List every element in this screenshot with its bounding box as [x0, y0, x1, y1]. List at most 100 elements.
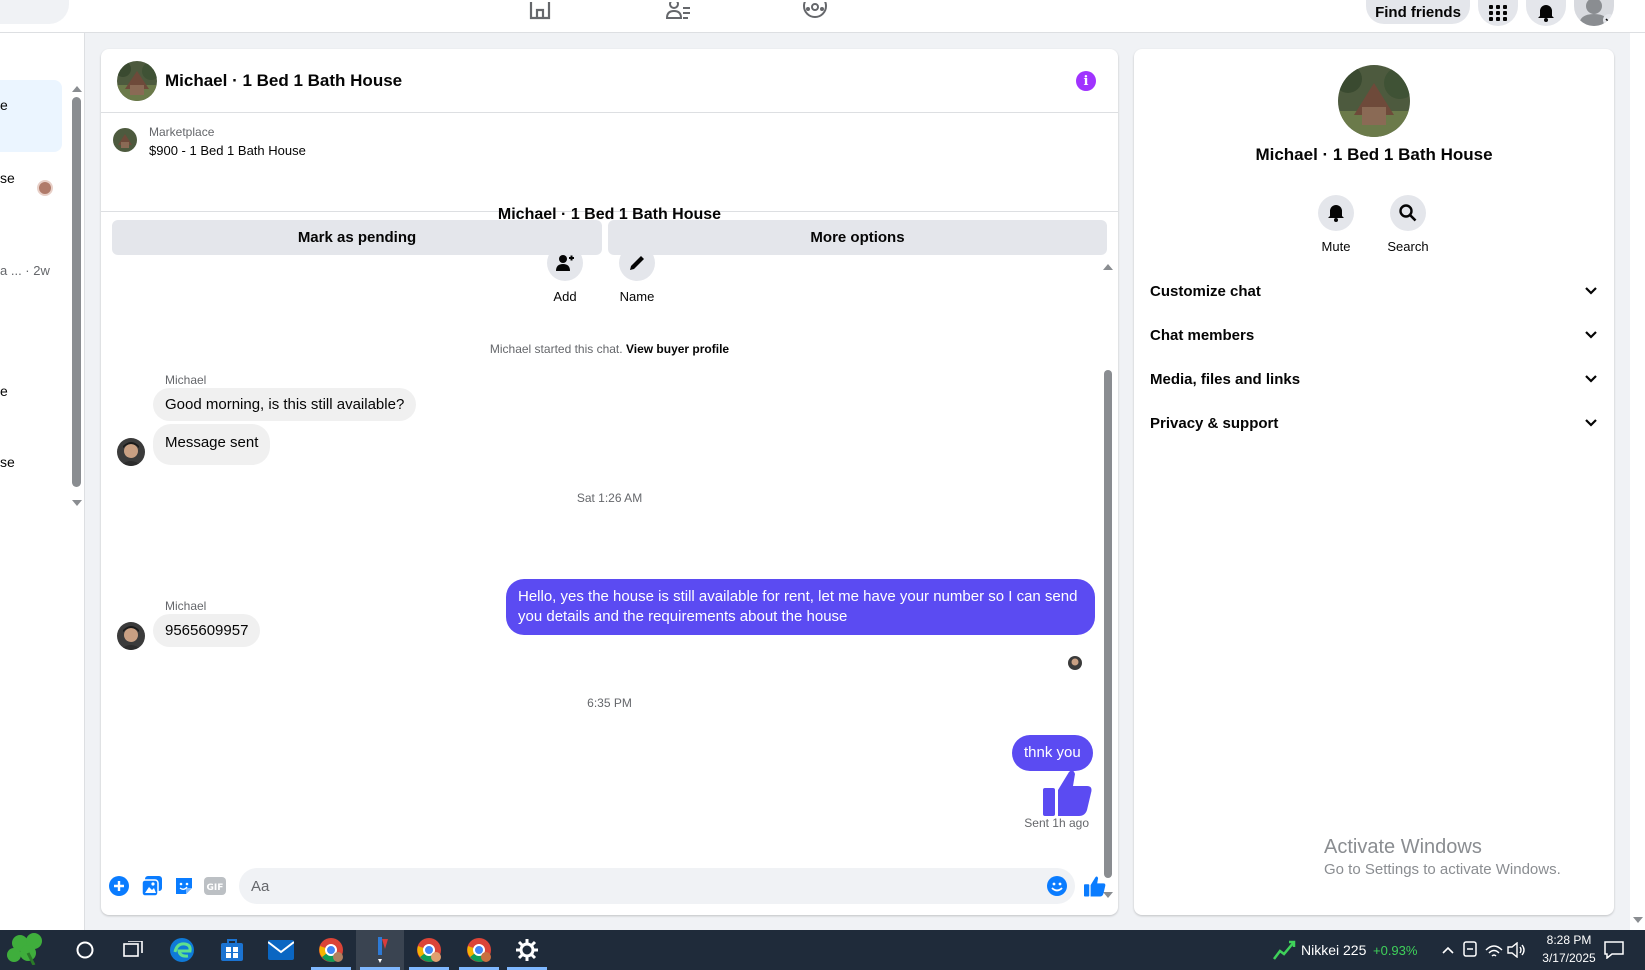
scroll-down-arrow[interactable] [72, 500, 82, 506]
more-actions-icon[interactable] [108, 875, 130, 897]
sticker-icon[interactable] [173, 875, 195, 897]
scrollbar-thumb[interactable] [72, 97, 81, 487]
photo-icon[interactable] [141, 875, 163, 897]
incoming-message[interactable]: Good morning, is this still available? [153, 388, 417, 421]
emoji-icon[interactable] [1046, 875, 1068, 897]
activate-windows-watermark: Activate Windows Go to Settings to activ… [1324, 836, 1561, 878]
conversation-item-fragment[interactable]: e [0, 97, 8, 113]
ticker-name[interactable]: Nikkei 225 [1301, 942, 1366, 958]
outgoing-message[interactable]: Hello, yes the house is still available … [506, 579, 1095, 635]
conversation-item-active[interactable] [0, 80, 62, 152]
chat-panel: Michael · 1 Bed 1 Bath House i Marketpla… [101, 49, 1118, 915]
chevron-down-icon [1585, 375, 1597, 383]
chrome-profile-icon[interactable] [465, 936, 493, 964]
gif-icon[interactable]: GIF [204, 875, 226, 897]
timestamp: 6:35 PM [587, 696, 632, 710]
intro-title: Michael · 1 Bed 1 Bath House [497, 206, 722, 223]
timestamp: Sat 1:26 AM [576, 491, 643, 505]
message-input[interactable] [239, 868, 1075, 904]
scrollbar-thumb[interactable] [1104, 370, 1112, 878]
privacy-support-row[interactable]: Privacy & support [1150, 403, 1598, 443]
account-avatar[interactable] [1574, 0, 1614, 26]
edge-browser-icon[interactable] [168, 936, 196, 964]
conversation-thumb [37, 180, 53, 196]
bell-icon [1328, 205, 1344, 222]
bell-icon [1538, 5, 1554, 22]
notification-center-icon[interactable] [1600, 936, 1628, 964]
like-icon[interactable] [1084, 875, 1106, 897]
conversation-item-fragment[interactable]: se [0, 454, 15, 470]
search-icon [1399, 204, 1417, 222]
marketplace-bar: Marketplace $900 - 1 Bed 1 Bath House Ma… [101, 113, 1118, 255]
incoming-message[interactable]: Message sent [153, 424, 271, 465]
search-label: Search [1387, 239, 1429, 254]
listing-title[interactable]: $900 - 1 Bed 1 Bath House [149, 143, 306, 158]
add-label: Add [553, 289, 577, 304]
clock-date[interactable]: 3/17/2025 [1535, 951, 1603, 965]
scroll-up-arrow[interactable] [72, 86, 82, 92]
conversation-item-fragment[interactable]: se [0, 170, 15, 186]
add-people-button[interactable]: Add [535, 245, 595, 304]
outgoing-message[interactable]: thnk you [1012, 735, 1093, 771]
mail-icon[interactable] [267, 936, 295, 964]
info-name: Michael · 1 Bed 1 Bath House [1255, 145, 1493, 164]
page-scrollbar[interactable] [1630, 33, 1645, 930]
incoming-message[interactable]: 9565609957 [153, 614, 261, 647]
clover-icon[interactable] [4, 933, 52, 965]
view-buyer-profile-link[interactable]: View buyer profile [626, 342, 729, 356]
sender-avatar[interactable] [117, 622, 145, 650]
conversation-item-fragment[interactable]: a ... · 2w [0, 263, 50, 278]
clock-time[interactable]: 8:28 PM [1541, 933, 1597, 947]
customize-chat-row[interactable]: Customize chat [1150, 271, 1598, 311]
system-message: Michael started this chat. View buyer pr… [489, 342, 730, 356]
grid-menu-icon [1489, 5, 1507, 21]
mute-button[interactable]: Mute [1306, 195, 1366, 254]
stock-chart-icon[interactable] [1270, 936, 1298, 964]
chevron-down-icon [1585, 419, 1597, 427]
chrome-profile-icon[interactable] [317, 936, 345, 964]
listing-thumbnail[interactable] [113, 128, 137, 152]
store-icon[interactable] [218, 936, 246, 964]
chat-header: Michael · 1 Bed 1 Bath House i [101, 49, 1118, 113]
message-composer: GIF [101, 859, 1118, 915]
volume-icon[interactable] [1503, 936, 1531, 964]
search-circle-icon[interactable] [71, 936, 99, 964]
read-receipt-avatar [1068, 656, 1082, 670]
sender-avatar[interactable] [117, 438, 145, 466]
chevron-down-icon [1585, 331, 1597, 339]
name-chat-button[interactable]: Name [607, 245, 667, 304]
chat-members-row[interactable]: Chat members [1150, 315, 1598, 355]
task-view-icon[interactable] [119, 936, 147, 964]
home-icon[interactable] [526, 0, 554, 22]
svg-text:GIF: GIF [207, 883, 224, 893]
top-navigation-bar: Find friends [0, 0, 1645, 33]
windows-taskbar: Nikkei 225 +0.93% 8:28 PM 3/17/2025 [0, 930, 1645, 970]
name-label: Name [619, 289, 655, 304]
info-avatar[interactable] [1338, 65, 1410, 137]
groups-icon[interactable] [801, 0, 829, 22]
marketplace-label: Marketplace [149, 125, 215, 139]
search-box-fragment[interactable] [0, 0, 69, 24]
search-in-conversation-button[interactable]: Search [1378, 195, 1438, 254]
chrome-profile-icon[interactable] [415, 936, 443, 964]
chat-title[interactable]: Michael · 1 Bed 1 Bath House [165, 71, 402, 91]
notifications-button[interactable] [1526, 0, 1566, 26]
conversation-item-fragment[interactable]: e [0, 383, 8, 399]
add-person-icon [556, 255, 574, 271]
settings-gear-icon[interactable] [513, 936, 541, 964]
thumbs-up-sticker [1043, 768, 1093, 821]
chat-avatar[interactable] [117, 61, 157, 101]
scroll-up-arrow[interactable] [1103, 264, 1113, 270]
chat-info-panel: Michael · 1 Bed 1 Bath House Mute Search… [1134, 49, 1614, 915]
ticker-change: +0.93% [1373, 943, 1418, 958]
info-icon[interactable]: i [1076, 71, 1096, 91]
sent-status: Sent 1h ago [1024, 816, 1089, 830]
friends-icon[interactable] [665, 0, 693, 22]
pin-app-icon[interactable] [366, 936, 394, 964]
scroll-down-arrow[interactable] [1633, 917, 1643, 923]
find-friends-button[interactable]: Find friends [1366, 0, 1470, 24]
sender-name: Michael [165, 599, 207, 613]
sender-name: Michael [165, 373, 207, 387]
media-files-links-row[interactable]: Media, files and links [1150, 359, 1598, 399]
menu-button[interactable] [1478, 0, 1518, 26]
